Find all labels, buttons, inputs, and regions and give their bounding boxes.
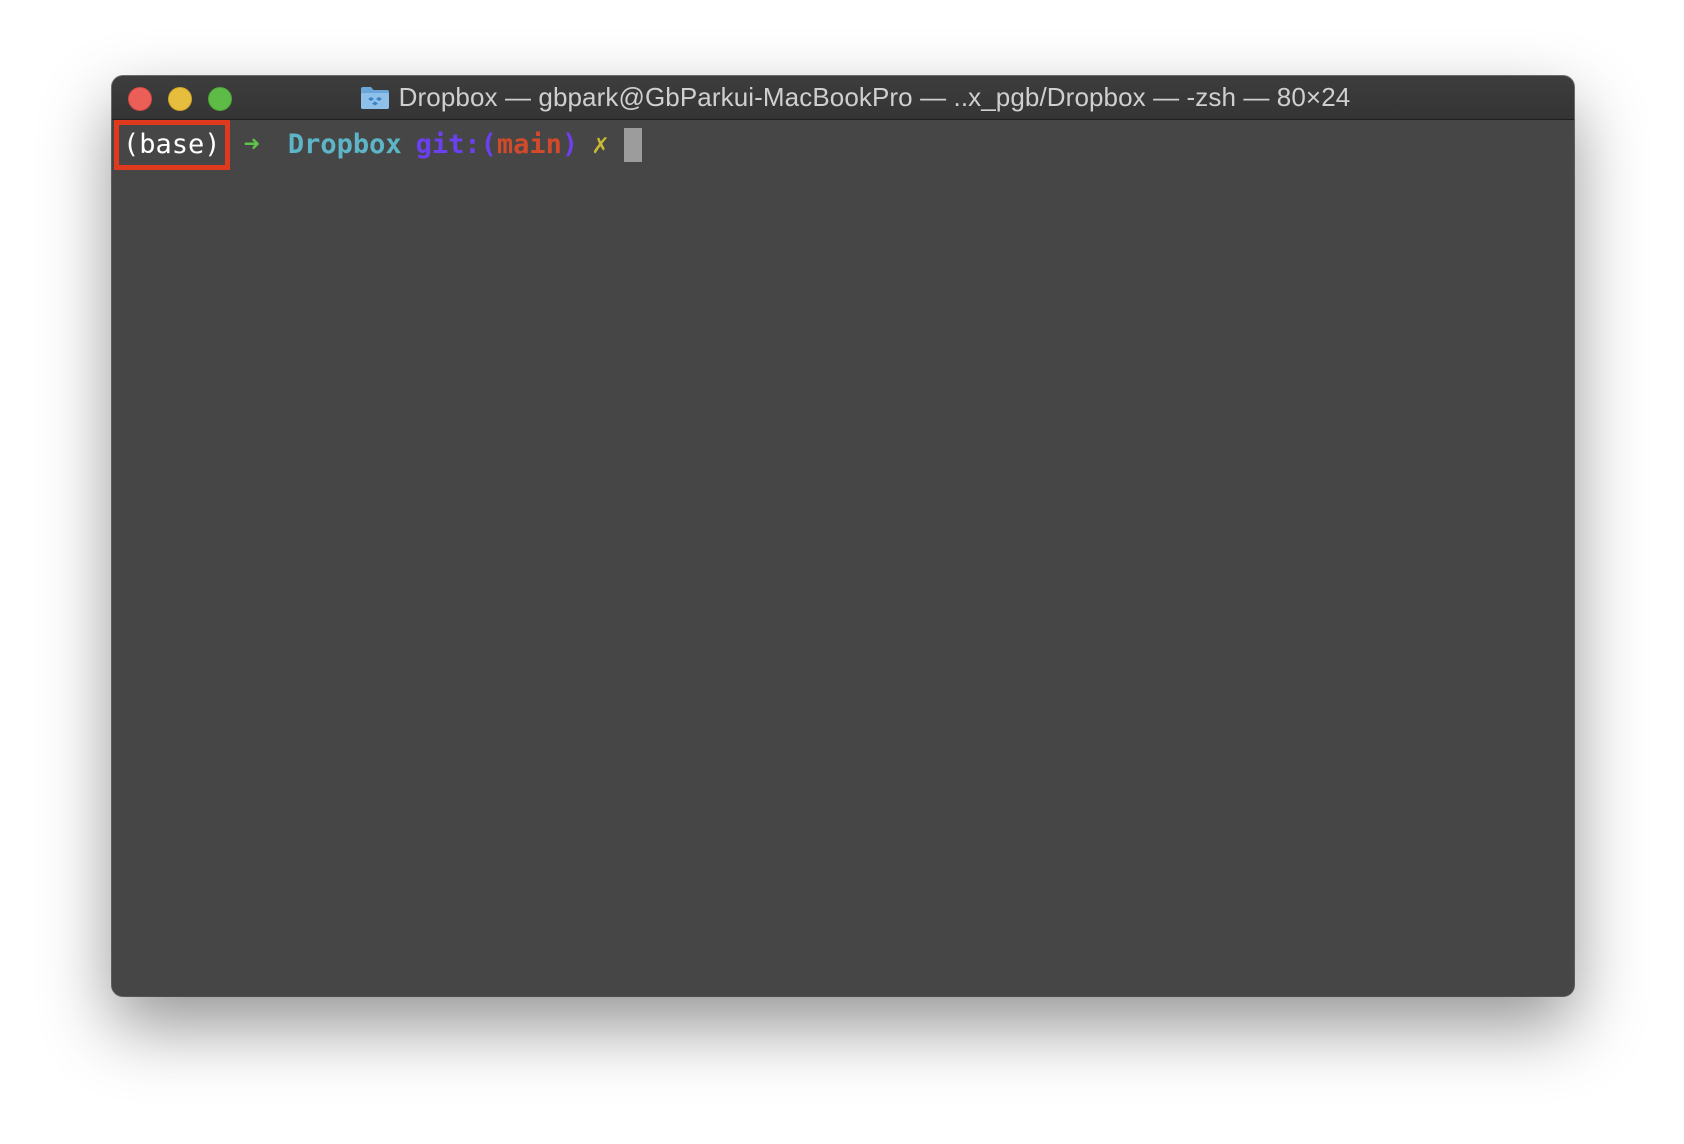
current-directory: Dropbox [287, 129, 402, 160]
text-cursor [624, 128, 643, 162]
git-branch: main [496, 129, 562, 160]
minimize-button[interactable] [168, 87, 192, 111]
title-bar[interactable]: Dropbox — gbpark@GbParkui-MacBookPro — .… [112, 76, 1574, 120]
git-suffix: ) [561, 129, 579, 160]
prompt-line: (base) ➜ Dropbox git:(main) ✗ [114, 120, 643, 170]
close-button[interactable] [128, 87, 152, 111]
terminal-output[interactable]: (base) ➜ Dropbox git:(main) ✗ [112, 120, 1574, 996]
window-title-text: Dropbox — gbpark@GbParkui-MacBookPro — .… [398, 82, 1351, 112]
conda-env-label: (base) [114, 120, 230, 170]
prompt-arrow-icon: ➜ [243, 129, 260, 160]
window-title: Dropbox — gbpark@GbParkui-MacBookPro — .… [360, 82, 1351, 113]
terminal-window: Dropbox — gbpark@GbParkui-MacBookPro — .… [112, 76, 1574, 996]
folder-icon [360, 86, 389, 109]
zoom-button[interactable] [208, 87, 232, 111]
dirty-marker-icon: ✗ [592, 129, 609, 160]
git-prefix: git:( [415, 129, 497, 160]
